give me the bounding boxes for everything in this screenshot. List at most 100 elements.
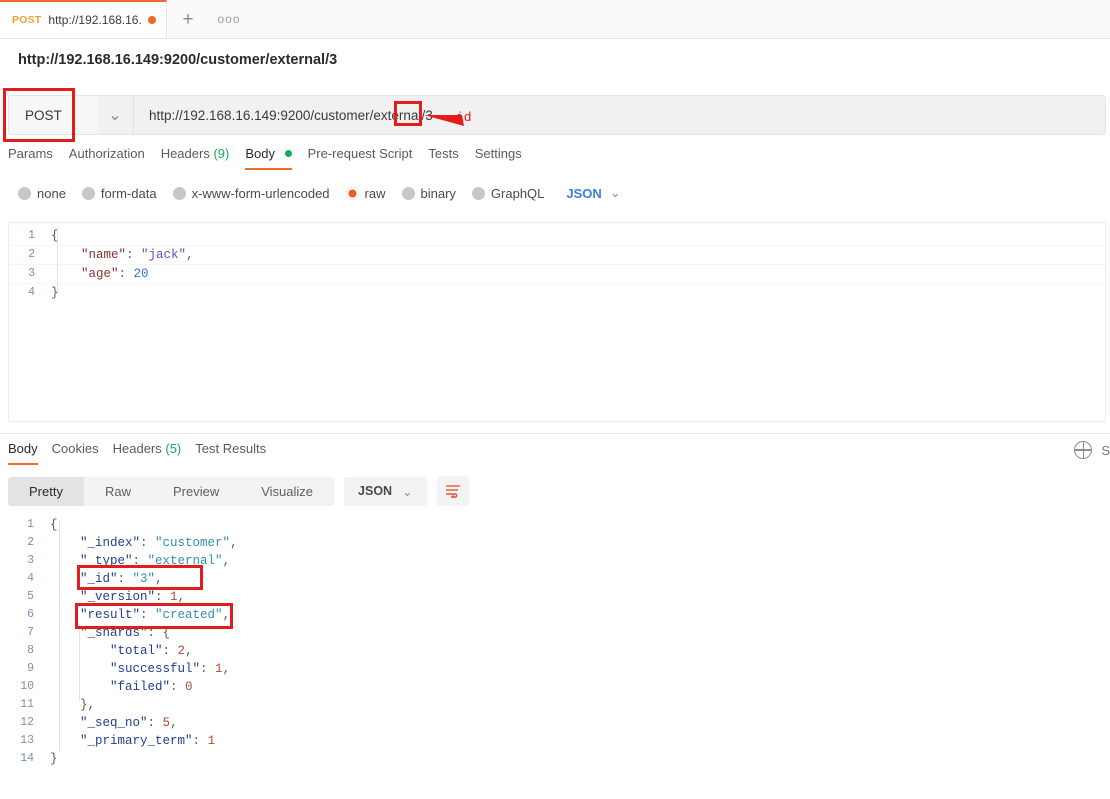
code-line: 9 "successful": 1, — [8, 660, 1106, 678]
tab-headers-count: (9) — [213, 146, 230, 161]
url-text: http://192.168.16.149:9200/customer/exte… — [149, 107, 433, 123]
body-type-graphql-label: GraphQL — [490, 185, 545, 201]
new-tab-button[interactable]: + — [167, 0, 209, 38]
radio-raw-icon — [345, 186, 359, 200]
view-mode-pretty[interactable]: Pretty — [8, 476, 84, 506]
code-line: 3 "age": 20 — [9, 265, 1105, 284]
tab-headers[interactable]: Headers (9) — [161, 146, 246, 170]
body-type-none-label: none — [37, 185, 66, 201]
response-tab-body[interactable]: Body — [8, 441, 52, 465]
tab-pre-request-script[interactable]: Pre-request Script — [308, 146, 429, 170]
tab-more-options-button[interactable]: ooo — [209, 0, 249, 38]
view-mode-preview[interactable]: Preview — [152, 477, 240, 506]
body-type-form-data-label: form-data — [100, 185, 157, 201]
response-view-modes: Pretty Raw Preview Visualize — [8, 476, 335, 506]
tab-body[interactable]: Body — [245, 146, 307, 170]
view-mode-raw[interactable]: Raw — [84, 477, 152, 506]
body-type-raw-label: raw — [364, 185, 386, 201]
body-type-binary[interactable]: binary — [401, 186, 456, 201]
line-number: 10 — [20, 680, 34, 693]
body-type-none[interactable]: none — [18, 186, 66, 201]
body-type-urlencoded[interactable]: x-www-form-urlencoded — [172, 186, 330, 201]
ellipsis-icon: ooo — [217, 12, 241, 26]
tab-url-label: http://192.168.16.... — [48, 13, 141, 27]
response-tab-test-results[interactable]: Test Results — [195, 441, 280, 465]
request-tabs: Params Authorization Headers (9) Body Pr… — [8, 146, 538, 170]
response-indent-guide — [59, 521, 60, 751]
tab-strip: POST http://192.168.16.... + ooo — [0, 0, 1110, 39]
code-text: }, — [50, 698, 96, 712]
line-number: 4 — [28, 286, 35, 299]
request-format-value: JSON — [566, 185, 602, 201]
request-format-select[interactable]: JSON ⌄ — [566, 185, 620, 201]
code-text: { — [50, 518, 58, 532]
request-tab[interactable]: POST http://192.168.16.... — [0, 0, 167, 38]
unsaved-dot-icon — [148, 16, 156, 24]
response-view-bar: Pretty Raw Preview Visualize JSON ⌄ — [8, 476, 469, 506]
response-tab-test-results-label: Test Results — [195, 441, 267, 456]
chevron-down-icon: ⌄ — [402, 484, 413, 499]
url-input[interactable]: http://192.168.16.149:9200/customer/exte… — [134, 96, 1105, 134]
code-line: 14} — [8, 750, 1106, 768]
response-tab-cookies[interactable]: Cookies — [52, 441, 113, 465]
line-number: 8 — [27, 644, 34, 657]
wrap-lines-button[interactable] — [436, 476, 469, 506]
plus-icon: + — [182, 8, 194, 30]
response-body-editor[interactable]: 1{2 "_index": "customer", 3 "_type": "ext… — [8, 516, 1106, 786]
tab-settings[interactable]: Settings — [475, 146, 538, 170]
tab-authorization-label: Authorization — [68, 146, 145, 161]
save-response-label[interactable]: S — [1101, 443, 1110, 458]
code-text: "_type": "external", — [80, 554, 231, 568]
code-line: 3 "_type": "external", — [8, 552, 1106, 570]
view-mode-preview-label: Preview — [172, 483, 220, 499]
line-number: 3 — [27, 554, 34, 567]
view-mode-raw-label: Raw — [104, 483, 131, 499]
method-selector[interactable]: POST — [9, 96, 97, 134]
response-tab-cookies-label: Cookies — [51, 441, 99, 456]
method-label: POST — [25, 107, 62, 123]
line-number: 4 — [27, 572, 34, 585]
chevron-down-icon: ⌄ — [108, 107, 122, 124]
line-number: 9 — [27, 662, 34, 675]
tab-settings-label: Settings — [474, 146, 522, 161]
pane-divider — [0, 433, 1110, 434]
tab-tests[interactable]: Tests — [428, 146, 474, 170]
wrap-lines-icon — [445, 485, 460, 498]
code-line: 7 "_shards": { — [8, 624, 1106, 642]
radio-form-data-icon — [81, 186, 95, 200]
code-line: 5 "_version": 1, — [8, 588, 1106, 606]
code-text: "total": 2, — [110, 644, 193, 658]
method-dropdown-button[interactable]: ⌄ — [97, 96, 134, 134]
view-mode-visualize[interactable]: Visualize — [240, 477, 334, 506]
view-mode-visualize-label: Visualize — [261, 483, 314, 499]
request-body-editor[interactable]: 1{2 "name": "jack", 3 "age": 20 4} — [8, 222, 1106, 422]
radio-urlencoded-icon — [172, 186, 186, 200]
tab-params-label: Params — [8, 146, 53, 161]
tab-tests-label: Tests — [428, 146, 459, 161]
code-text: "_index": "customer", — [80, 536, 238, 550]
code-line: 13 "_primary_term": 1 — [8, 732, 1106, 750]
body-type-raw[interactable]: raw — [345, 185, 386, 201]
tab-params[interactable]: Params — [8, 146, 69, 170]
tab-authorization[interactable]: Authorization — [69, 146, 161, 170]
chevron-down-icon: ⌄ — [609, 185, 621, 200]
code-line: 10 "failed": 0 — [8, 678, 1106, 696]
line-number: 11 — [20, 698, 34, 711]
line-number: 3 — [28, 267, 35, 280]
body-active-dot-icon — [284, 150, 292, 157]
response-indent-guide-inner — [79, 629, 80, 701]
body-type-graphql[interactable]: GraphQL — [471, 185, 545, 201]
body-type-form-data[interactable]: form-data — [81, 185, 157, 201]
code-line: 6 "result": "created", — [8, 606, 1106, 624]
response-tab-body-label: Body — [8, 441, 38, 456]
code-line: 8 "total": 2, — [8, 642, 1106, 660]
line-number: 12 — [20, 716, 34, 729]
response-format-select[interactable]: JSON ⌄ — [344, 476, 427, 506]
response-format-value: JSON — [358, 484, 393, 498]
globe-icon[interactable] — [1074, 441, 1093, 459]
response-tab-headers[interactable]: Headers (5) — [113, 441, 196, 465]
line-number: 2 — [28, 248, 35, 261]
response-tab-headers-count: (5) — [165, 441, 182, 456]
indent-guide — [57, 226, 58, 294]
code-text: "failed": 0 — [110, 680, 193, 694]
